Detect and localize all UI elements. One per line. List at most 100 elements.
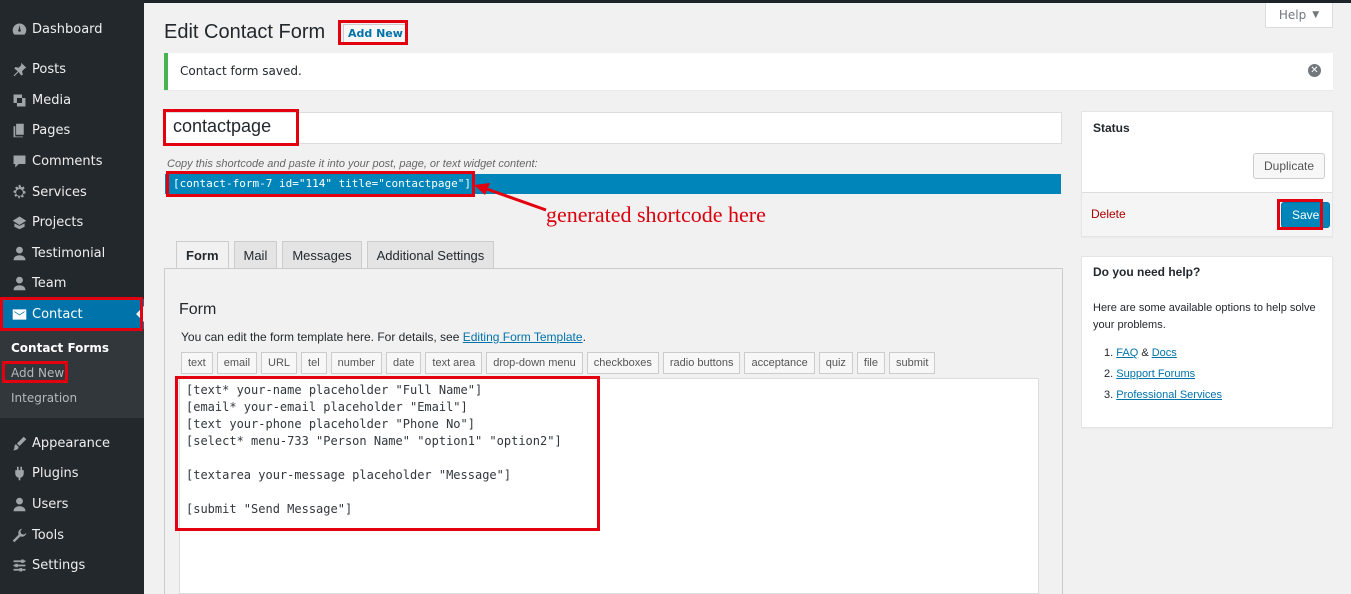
docs-link[interactable]: Docs (1152, 347, 1177, 359)
brush-icon (8, 435, 30, 452)
annotation-box-shortcode (166, 171, 475, 197)
sidebar-item-services[interactable]: Services (0, 177, 144, 207)
tag-button-email[interactable]: email (216, 352, 258, 374)
annotation-box-save (1277, 199, 1323, 230)
sidebar-item-label: Tools (32, 527, 65, 543)
plugin-icon (8, 465, 30, 482)
wrench-icon (8, 527, 30, 544)
delete-link[interactable]: Delete (1091, 207, 1126, 221)
help-title: Do you need help? (1093, 265, 1201, 279)
tag-button-dropdown[interactable]: drop-down menu (486, 352, 583, 374)
faq-link[interactable]: FAQ (1116, 347, 1138, 359)
user-icon (8, 275, 30, 292)
duplicate-button[interactable]: Duplicate (1253, 153, 1326, 179)
sidebar-item-label: Team (32, 275, 67, 291)
list-number: 2. (1104, 368, 1114, 380)
list-item: 2. Support Forums (1104, 364, 1222, 385)
tag-button-text[interactable]: text (181, 352, 213, 374)
list-number: 3. (1104, 389, 1114, 401)
sidebar-item-label: Pages (32, 122, 71, 138)
settings-icon (8, 557, 30, 574)
media-icon (8, 92, 30, 109)
help-tab-button[interactable]: Help ▼ (1265, 3, 1333, 28)
sidebar-item-appearance[interactable]: Appearance (0, 428, 144, 458)
sidebar-item-label: Users (32, 496, 69, 512)
help-links: 1. FAQ & Docs 2. Support Forums 3. Profe… (1104, 343, 1222, 406)
sidebar-item-label: Posts (32, 61, 66, 77)
dashboard-icon (8, 21, 30, 38)
list-number: 1. (1104, 347, 1114, 359)
gear-icon (8, 184, 30, 201)
success-notice: Contact form saved. ✕ (164, 53, 1333, 90)
sidebar-item-label: Plugins (32, 465, 79, 481)
tag-button-submit[interactable]: submit (888, 352, 936, 374)
annotation-box-title (163, 109, 299, 146)
tag-button-checkboxes[interactable]: checkboxes (586, 352, 659, 374)
tab-additional-settings[interactable]: Additional Settings (366, 241, 495, 269)
support-forums-link[interactable]: Support Forums (1116, 368, 1195, 380)
annotation-box-contact (0, 297, 143, 331)
sidebar-item-media[interactable]: Media (0, 85, 144, 115)
sidebar-item-users[interactable]: Users (0, 489, 144, 519)
sidebar-item-label: Services (32, 184, 87, 200)
list-item: 3. Professional Services (1104, 385, 1222, 406)
notice-message: Contact form saved. (180, 64, 302, 78)
sidebar-item-tools[interactable]: Tools (0, 520, 144, 550)
tag-button-file[interactable]: file (856, 352, 885, 374)
tag-button-tel[interactable]: tel (301, 352, 327, 374)
professional-services-link[interactable]: Professional Services (1116, 389, 1222, 401)
annotation-label: generated shortcode here (546, 202, 766, 227)
tag-button-textarea[interactable]: text area (425, 352, 483, 374)
sidebar-item-settings[interactable]: Settings (0, 550, 144, 580)
tag-button-acceptance[interactable]: acceptance (744, 352, 815, 374)
panel-desc-text: You can edit the form template here. For… (181, 330, 463, 344)
portfolio-icon (8, 214, 30, 231)
status-title: Status (1093, 121, 1130, 135)
panel-desc-suffix: . (582, 330, 586, 344)
tab-form[interactable]: Form (176, 241, 229, 269)
sidebar-item-label: Testimonial (32, 245, 106, 261)
users-icon (8, 496, 30, 513)
sidebar-item-posts[interactable]: Posts (0, 54, 144, 84)
shortcode-hint: Copy this shortcode and paste it into yo… (167, 158, 538, 170)
panel-description: You can edit the form template here. For… (181, 330, 586, 344)
submenu-integration[interactable]: Integration (11, 391, 77, 405)
editing-form-template-link[interactable]: Editing Form Template (463, 330, 583, 344)
sidebar-item-label: Projects (32, 214, 84, 230)
sidebar-item-comments[interactable]: Comments (0, 146, 144, 176)
sidebar-item-label: Settings (32, 557, 86, 573)
sidebar-item-testimonial[interactable]: Testimonial (0, 238, 144, 268)
sidebar-item-pages[interactable]: Pages (0, 115, 144, 145)
list-separator: & (1138, 347, 1152, 359)
tab-mail[interactable]: Mail (233, 241, 278, 269)
annotation-arrow-icon (474, 183, 547, 212)
pages-icon (8, 122, 30, 139)
annotation-box-add-new (2, 361, 68, 383)
form-tabs: Form Mail Messages Additional Settings (176, 241, 495, 269)
help-label: Help (1278, 8, 1307, 22)
sidebar-item-team[interactable]: Team (0, 268, 144, 298)
tag-generator-buttons: text email URL tel number date text area… (181, 352, 936, 374)
help-text: Here are some available options to help … (1093, 302, 1316, 331)
sidebar-item-label: Appearance (32, 435, 111, 451)
user-icon (8, 245, 30, 262)
tag-button-radio[interactable]: radio buttons (662, 352, 741, 374)
tag-button-url[interactable]: URL (261, 352, 298, 374)
tab-messages[interactable]: Messages (282, 241, 362, 269)
annotation-box-code (175, 376, 600, 531)
annotation-box-add-new-top (338, 20, 408, 45)
panel-title: Form (179, 301, 217, 318)
sidebar-item-plugins[interactable]: Plugins (0, 458, 144, 488)
tag-button-number[interactable]: number (330, 352, 382, 374)
sidebar-item-dashboard[interactable]: Dashboard (0, 14, 144, 44)
tag-button-date[interactable]: date (385, 352, 422, 374)
pin-icon (8, 61, 30, 78)
sidebar-item-label: Dashboard (32, 21, 103, 37)
submenu-contact-forms[interactable]: Contact Forms (11, 341, 109, 355)
comment-icon (8, 153, 30, 170)
sidebar-item-projects[interactable]: Projects (0, 207, 144, 237)
chevron-down-icon: ▼ (1312, 10, 1320, 20)
tag-button-quiz[interactable]: quiz (818, 352, 853, 374)
dismiss-icon[interactable]: ✕ (1308, 64, 1321, 77)
list-item: 1. FAQ & Docs (1104, 343, 1222, 364)
